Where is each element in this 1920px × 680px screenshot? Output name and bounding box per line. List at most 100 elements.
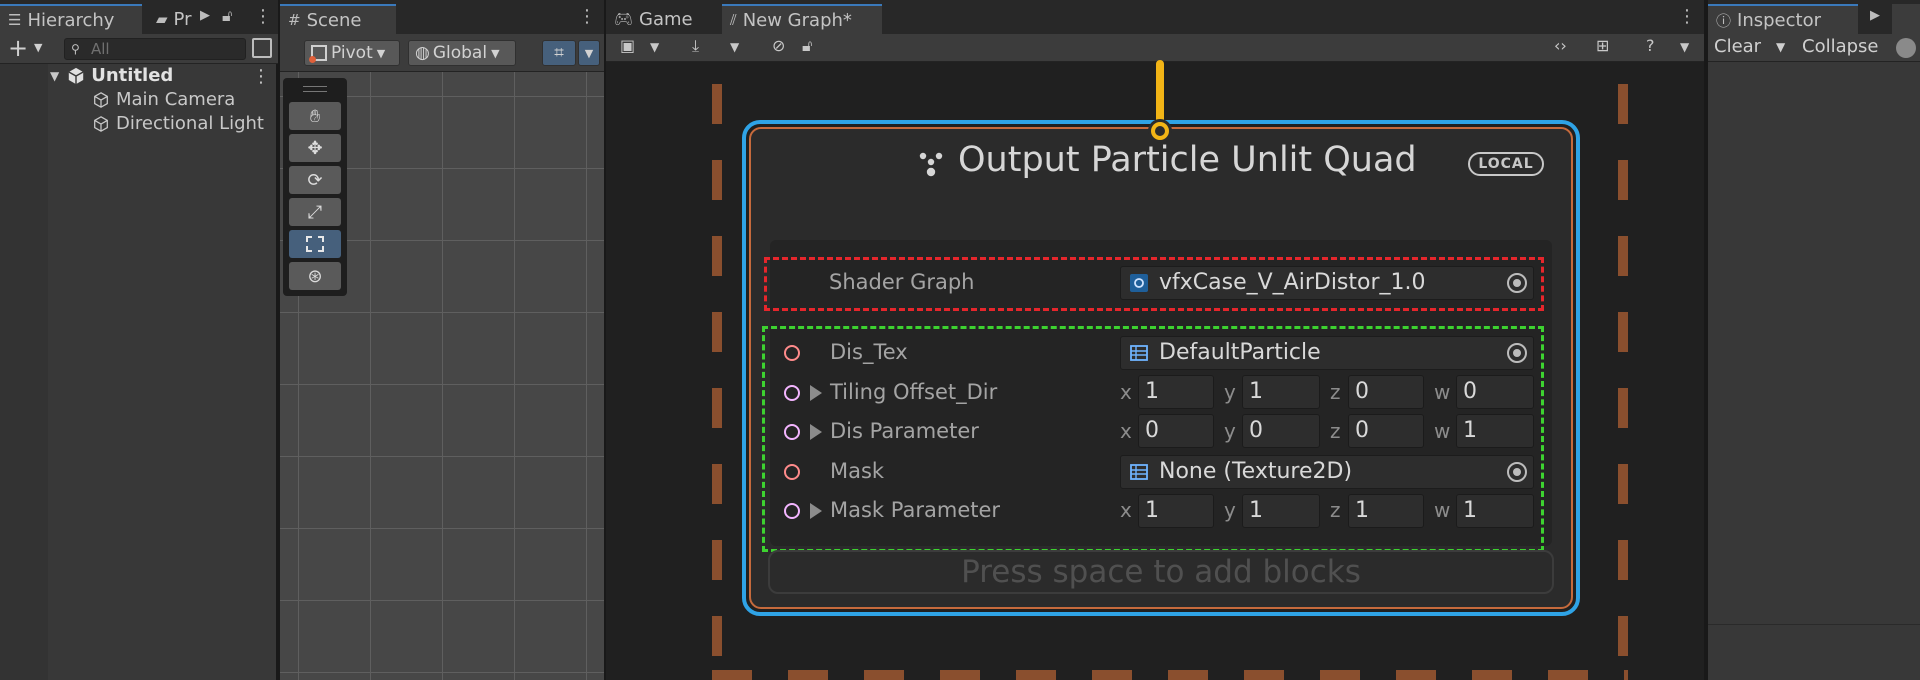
global-label: Global <box>432 43 488 63</box>
scene-grid-icon: # <box>288 11 301 29</box>
tab-new-graph-label: New Graph* <box>742 9 852 31</box>
code-icon[interactable]: ‹› <box>1554 36 1567 55</box>
move-tool-button[interactable]: ✥ <box>289 134 341 162</box>
info-icon: ⓘ <box>1716 11 1732 30</box>
hierarchy-item-main-camera[interactable]: Main Camera <box>92 88 235 112</box>
collapse-button[interactable]: Collapse <box>1802 36 1879 57</box>
search-placeholder: All <box>91 40 110 58</box>
more-tabs-icon[interactable]: ▶ <box>1870 8 1880 23</box>
scene-tools-overlay: ✋︎ ✥ ⟳ ⤢ ⊛ <box>283 78 347 296</box>
scene-visibility-icon[interactable] <box>252 38 272 58</box>
import-dropdown-icon[interactable]: ▼ <box>730 40 739 54</box>
rect-tool-button[interactable] <box>289 230 341 258</box>
list-icon: ☰ <box>8 11 22 29</box>
blackboard-icon[interactable]: ⊞ <box>1596 36 1609 55</box>
chevron-down-icon: ▼ <box>584 46 594 60</box>
grid-snap-button[interactable]: ⌗ <box>542 40 576 66</box>
import-icon[interactable]: ⤓ <box>692 36 699 56</box>
scale-icon: ⤢ <box>307 201 323 223</box>
hierarchy-panel: ☰ Hierarchy ▰ Pr ▶ 🔓︎ ⋮ + ▼ ⚲ All ▼ Unti… <box>0 0 278 680</box>
hierarchy-menu-icon[interactable]: ⋮ <box>254 6 272 27</box>
transform-tool-button[interactable]: ⊛ <box>289 262 341 290</box>
inspector-toolbar: Clear ▼ Collapse <box>1708 34 1920 62</box>
tab-hierarchy[interactable]: ☰ Hierarchy <box>0 4 142 34</box>
graph-tabbar: 🎮︎ Game ⫽ New Graph* ⋮ <box>606 0 1704 34</box>
hierarchy-tabbar: ☰ Hierarchy ▰ Pr ▶ 🔓︎ ⋮ <box>0 0 278 34</box>
hierarchy-item-label: Main Camera <box>116 89 236 110</box>
error-filter-icon[interactable] <box>1896 38 1916 58</box>
system-border-right <box>1618 84 1628 680</box>
chevron-down-icon: ▼ <box>491 46 500 60</box>
grid-snap-icon: ⌗ <box>554 43 564 63</box>
rotate-icon: ⟳ <box>307 169 323 191</box>
gameobject-cube-icon <box>94 92 108 108</box>
pivot-icon <box>309 45 327 63</box>
clear-button[interactable]: Clear <box>1714 36 1761 57</box>
hand-tool-button[interactable]: ✋︎ <box>289 102 341 130</box>
graph-menu-icon[interactable]: ⋮ <box>1678 6 1696 27</box>
graph-toolbar <box>606 34 1704 62</box>
save-dropdown-icon[interactable]: ▼ <box>650 40 659 54</box>
clear-dropdown-icon[interactable]: ▼ <box>1776 40 1785 54</box>
expand-arrow-icon[interactable]: ▼ <box>50 64 59 88</box>
global-dropdown[interactable]: ◍ Global ▼ <box>408 40 516 66</box>
annotation-red-box <box>764 257 1544 311</box>
help-icon[interactable]: ? <box>1646 36 1655 55</box>
chevron-down-icon: ▼ <box>376 46 386 60</box>
pivot-label: Pivot <box>331 43 373 63</box>
scene-menu-icon[interactable]: ⋮ <box>252 66 270 87</box>
tab-new-graph[interactable]: ⫽ New Graph* <box>722 4 882 34</box>
save-icon[interactable]: ▣ <box>620 36 635 55</box>
unity-scene-icon <box>68 67 84 85</box>
add-dropdown-icon[interactable]: ▼ <box>34 41 42 54</box>
gamepad-icon: 🎮︎ <box>614 10 634 28</box>
tab-project-label: Pr <box>173 8 192 30</box>
system-border-left <box>712 84 722 680</box>
hierarchy-gutter <box>0 64 48 680</box>
tab-scene[interactable]: # Scene <box>280 4 396 34</box>
tab-game-label: Game <box>639 8 693 30</box>
tab-hierarchy-label: Hierarchy <box>27 9 115 31</box>
pivot-dropdown[interactable]: Pivot ▼ <box>304 40 400 66</box>
flow-wire[interactable] <box>1156 60 1164 126</box>
lock-icon[interactable]: 🔓︎ <box>802 36 812 56</box>
more-tabs-icon[interactable]: ▶ <box>200 8 210 23</box>
hierarchy-search-input[interactable]: ⚲ All <box>64 38 246 60</box>
scene-name: Untitled <box>91 65 174 86</box>
inspector-tabbar: ⓘ Inspector ▶ <box>1708 0 1920 34</box>
scene-tabbar: # Scene ⋮ <box>280 0 604 34</box>
auto-compile-icon[interactable]: ⊘ <box>772 36 785 55</box>
local-space-badge[interactable]: LOCAL <box>1468 152 1544 176</box>
transform-icon: ⊛ <box>307 265 323 287</box>
hierarchy-item-directional-light[interactable]: Directional Light <box>92 112 264 136</box>
scene-menu-icon[interactable]: ⋮ <box>578 6 596 27</box>
annotation-green-box <box>762 326 1544 552</box>
inspector-panel: ⓘ Inspector ▶ Clear ▼ Collapse <box>1706 0 1920 680</box>
scale-tool-button[interactable]: ⤢ <box>289 198 341 226</box>
tab-inspector-label: Inspector <box>1737 9 1821 31</box>
search-icon: ⚲ <box>71 42 80 56</box>
globe-icon: ◍ <box>415 43 430 63</box>
output-context-icon <box>919 152 943 177</box>
folder-icon: ▰ <box>156 10 168 28</box>
hand-icon: ✋︎ <box>309 105 321 127</box>
tab-inspector[interactable]: ⓘ Inspector <box>1708 4 1858 34</box>
rotate-tool-button[interactable]: ⟳ <box>289 166 341 194</box>
console-tab-stub[interactable] <box>1892 4 1920 34</box>
vfx-graph-icon: ⫽ <box>730 11 737 29</box>
help-dropdown-icon[interactable]: ▼ <box>1680 40 1689 54</box>
rect-icon <box>306 236 324 252</box>
drag-handle-icon[interactable] <box>303 86 327 92</box>
add-blocks-hint[interactable]: Press space to add blocks <box>768 550 1554 594</box>
lock-icon[interactable]: 🔓︎ <box>222 6 232 26</box>
move-icon: ✥ <box>307 137 323 159</box>
add-icon[interactable]: + <box>8 34 28 62</box>
node-title: Output Particle Unlit Quad <box>958 140 1417 180</box>
hierarchy-item-label: Directional Light <box>116 113 264 134</box>
system-border-bottom <box>712 670 1628 680</box>
grid-snap-dropdown[interactable]: ▼ <box>578 40 600 66</box>
tab-scene-label: Scene <box>306 9 362 31</box>
scene-row[interactable]: ▼ Untitled <box>50 64 173 88</box>
inspector-divider <box>1708 624 1920 625</box>
tab-game[interactable]: 🎮︎ Game <box>606 4 710 34</box>
